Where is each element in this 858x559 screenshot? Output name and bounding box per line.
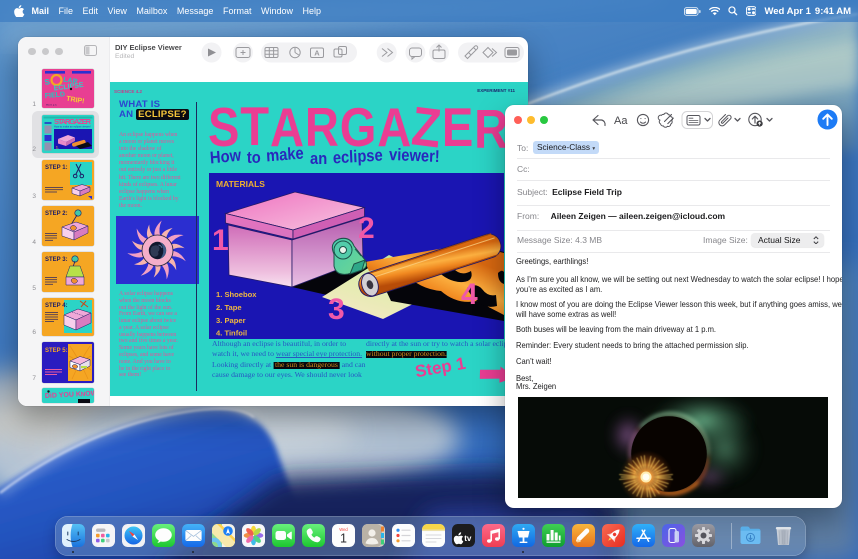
svg-text:1: 1 [212, 224, 229, 257]
svg-text:1: 1 [340, 532, 347, 546]
svg-text:STEP 1:: STEP 1: [45, 165, 68, 171]
svg-text:2. Tape: 2. Tape [216, 303, 242, 312]
svg-text:A: A [314, 49, 320, 58]
svg-text:TRIP!: TRIP! [66, 96, 85, 106]
svg-text:STEP 3:: STEP 3: [45, 257, 68, 263]
svg-text:How to make an eclipse viewer!: How to make an eclipse viewer! [54, 125, 91, 129]
svg-text:4: 4 [461, 278, 478, 311]
svg-text:STEP 5:: STEP 5: [45, 348, 68, 354]
svg-text:Aa: Aa [614, 115, 628, 127]
svg-text:tv: tv [464, 534, 472, 543]
svg-text:MATERIALS: MATERIALS [216, 179, 265, 189]
svg-text:1. Shoebox: 1. Shoebox [216, 290, 257, 299]
svg-text:FIELD: FIELD [45, 91, 66, 100]
svg-text:3: 3 [328, 293, 345, 326]
svg-text:S: S [44, 77, 51, 87]
svg-text:1.: 1. [56, 146, 59, 150]
svg-text:STEP 4:: STEP 4: [45, 303, 68, 309]
svg-text:3. Paper: 3. Paper [216, 316, 246, 325]
svg-text:STEP 2:: STEP 2: [45, 211, 68, 217]
svg-text:2: 2 [358, 212, 375, 245]
svg-text:Wed 1 p.m.: Wed 1 p.m. [46, 105, 58, 107]
svg-text:4. Tinfoil: 4. Tinfoil [216, 329, 247, 338]
